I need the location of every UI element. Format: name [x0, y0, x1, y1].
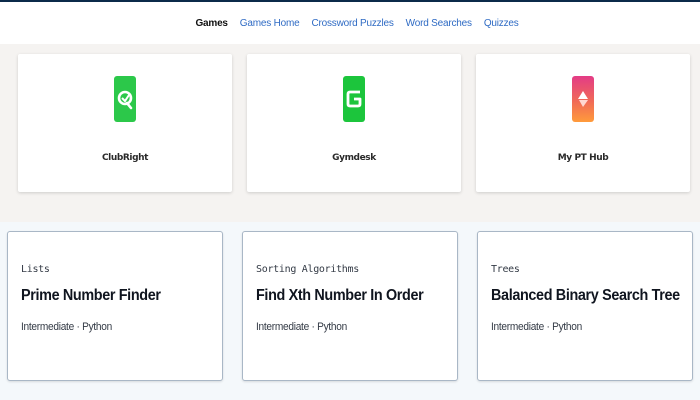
gymdesk-logo-icon: [343, 76, 365, 122]
nav-link-games-home[interactable]: Games Home: [240, 18, 300, 29]
course-card-prime-number-finder[interactable]: Lists Prime Number Finder Intermediate ·…: [7, 231, 223, 381]
course-title: Balanced Binary Search Tree: [491, 287, 680, 304]
course-meta: Intermediate · Python: [491, 321, 582, 333]
course-meta: Intermediate · Python: [256, 321, 347, 333]
app-name: ClubRight: [101, 153, 149, 163]
course-cards-section: Lists Prime Number Finder Intermediate ·…: [0, 222, 700, 400]
app-card-my-pt-hub[interactable]: My PT Hub: [476, 54, 690, 192]
app-card-gymdesk[interactable]: Gymdesk: [247, 54, 461, 192]
course-title: Find Xth Number In Order: [256, 287, 424, 304]
course-title: Prime Number Finder: [21, 287, 161, 304]
games-top-nav: Games Games Home Crossword Puzzles Word …: [0, 0, 700, 44]
course-category: Trees: [491, 264, 520, 275]
app-name: My PT Hub: [557, 153, 609, 163]
app-name: Gymdesk: [332, 153, 376, 163]
nav-link-quizzes[interactable]: Quizzes: [484, 18, 519, 29]
app-cards-section: ClubRight Gymdesk My PT Hub: [0, 44, 700, 222]
nav-link-word-searches[interactable]: Word Searches: [406, 18, 472, 29]
course-category: Sorting Algorithms: [256, 264, 359, 275]
nav-link-crossword-puzzles[interactable]: Crossword Puzzles: [311, 18, 393, 29]
mypthub-logo-icon: [572, 76, 594, 122]
app-card-clubright[interactable]: ClubRight: [18, 54, 232, 192]
course-meta: Intermediate · Python: [21, 321, 112, 333]
nav-link-games[interactable]: Games: [195, 18, 228, 29]
course-card-balanced-bst[interactable]: Trees Balanced Binary Search Tree Interm…: [477, 231, 693, 381]
course-category: Lists: [21, 264, 50, 275]
clubright-logo-icon: [114, 76, 136, 122]
course-card-find-xth-number[interactable]: Sorting Algorithms Find Xth Number In Or…: [242, 231, 458, 381]
